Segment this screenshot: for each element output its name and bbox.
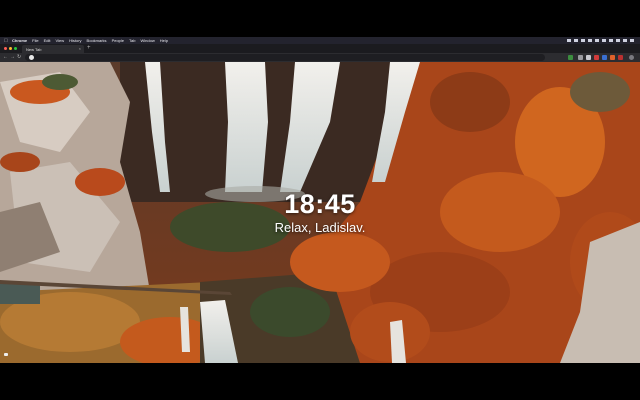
extension-icon[interactable] (586, 55, 591, 60)
status-icon[interactable] (567, 39, 571, 42)
extension-icon[interactable] (602, 55, 607, 60)
close-icon[interactable]: × (79, 46, 81, 51)
tab-title: New Tab (26, 46, 42, 52)
greeting-text: Relax, Ladislav. (274, 220, 366, 235)
forward-icon[interactable]: → (10, 54, 15, 61)
letterbox-bottom (0, 363, 640, 400)
minimize-window-button[interactable] (9, 47, 12, 50)
status-icon[interactable] (602, 39, 606, 42)
address-bar[interactable] (25, 54, 545, 61)
window-controls (4, 47, 17, 50)
tab-strip: New Tab × + (0, 44, 640, 53)
reload-icon[interactable]: ↻ (17, 54, 21, 61)
extension-icon[interactable] (594, 55, 599, 60)
menu-edit[interactable]: Edit (44, 38, 51, 43)
status-icon[interactable] (574, 39, 578, 42)
menu-file[interactable]: File (32, 38, 38, 43)
status-icons (567, 39, 634, 42)
toolbar: ← → ↻ (0, 53, 640, 62)
google-icon (29, 55, 34, 60)
tab-new-tab[interactable]: New Tab × (22, 45, 84, 53)
apple-icon[interactable]:  (4, 38, 8, 43)
menu-help[interactable]: Help (160, 38, 168, 43)
maximize-window-button[interactable] (14, 47, 17, 50)
menu-history[interactable]: History (69, 38, 81, 43)
extension-icon[interactable] (578, 55, 583, 60)
clock-time: 18:45 (284, 189, 356, 219)
screen:  Chrome File Edit View History Bookmark… (0, 0, 640, 400)
menu-chrome[interactable]: Chrome (12, 38, 27, 43)
new-tab-button[interactable]: + (87, 45, 91, 52)
menu-bar:  Chrome File Edit View History Bookmark… (0, 37, 640, 44)
status-icon[interactable] (609, 39, 613, 42)
close-window-button[interactable] (4, 47, 7, 50)
menu-view[interactable]: View (55, 38, 64, 43)
back-icon[interactable]: ← (3, 54, 8, 61)
menu-bookmarks[interactable]: Bookmarks (87, 38, 107, 43)
extension-icon[interactable] (568, 55, 573, 60)
status-icon[interactable] (581, 39, 585, 42)
extension-icon[interactable] (618, 55, 623, 60)
status-icon[interactable] (588, 39, 592, 42)
menu-people[interactable]: People (112, 38, 124, 43)
status-icon[interactable] (623, 39, 627, 42)
status-icon[interactable] (630, 39, 634, 42)
profile-avatar[interactable] (629, 55, 634, 60)
photo-credit[interactable] (4, 353, 8, 356)
menu-window[interactable]: Window (140, 38, 154, 43)
camera-icon (4, 353, 8, 356)
status-icon[interactable] (616, 39, 620, 42)
status-icon[interactable] (595, 39, 599, 42)
extension-icon[interactable] (610, 55, 615, 60)
menu-tab[interactable]: Tab (129, 38, 135, 43)
